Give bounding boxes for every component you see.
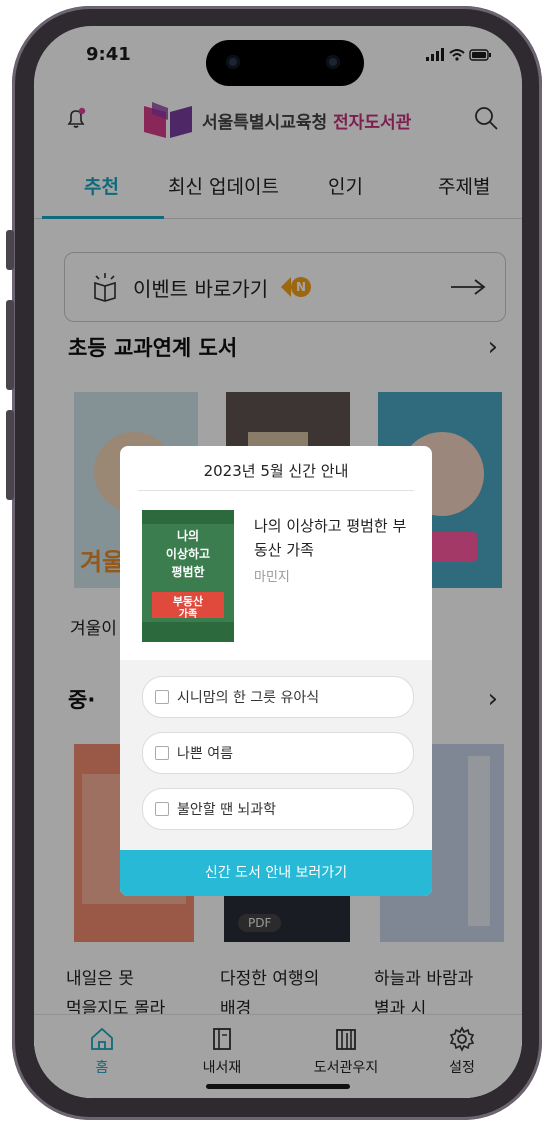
featured-book-author: 마민지 [254,570,290,585]
new-books-modal: 2023년 5월 신간 안내 나의 이상하고 평범한 부동산 가족 나의 이상하… [120,446,432,896]
dynamic-island [206,40,364,86]
cover-text: 부동산 [173,594,203,608]
sensor-icon [326,55,340,69]
cover-text: 이상하고 [166,546,210,561]
new-book-item-label: 불안할 땐 뇌과학 [177,802,277,818]
status-icons [426,48,492,66]
new-book-item[interactable]: 시니맘의 한 그릇 유아식 [142,676,414,718]
new-book-item-label: 시니맘의 한 그릇 유아식 [177,690,320,706]
new-book-item-label: 나쁜 여름 [177,746,233,762]
side-button-volume-down [6,410,14,500]
camera-icon [226,55,240,69]
new-book-item[interactable]: 나쁜 여름 [142,732,414,774]
checkbox[interactable] [155,690,169,704]
checkbox[interactable] [155,802,169,816]
featured-book-cover-art: 나의 이상하고 평범한 부동산 가족 [142,510,234,642]
featured-book-cover[interactable]: 나의 이상하고 평범한 부동산 가족 [142,510,234,642]
checkbox[interactable] [155,746,169,760]
modal-divider [138,490,414,491]
side-button-volume-up [6,300,14,390]
home-indicator [206,1084,350,1089]
status-time: 9:41 [86,44,131,65]
featured-book-title[interactable]: 나의 이상하고 평범한 부동산 가족 [254,514,414,562]
modal-title: 2023년 5월 신간 안내 [203,462,349,480]
signal-wifi-battery-icon [426,48,491,61]
new-book-item[interactable]: 불안할 땐 뇌과학 [142,788,414,830]
side-button-mute [6,230,14,270]
view-new-books-button[interactable]: 신간 도서 안내 보러가기 [120,850,432,896]
cover-text: 가족 [179,607,197,620]
new-books-list: 시니맘의 한 그릇 유아식 나쁜 여름 불안할 땐 뇌과학 [120,660,432,850]
screen: 9:41 서울특별시교육청 전자도서관 추천 최신 업데이트 인기 주제별 이벤… [34,26,522,1098]
cover-text: 평범한 [171,564,204,579]
cover-text: 나의 [177,528,199,543]
